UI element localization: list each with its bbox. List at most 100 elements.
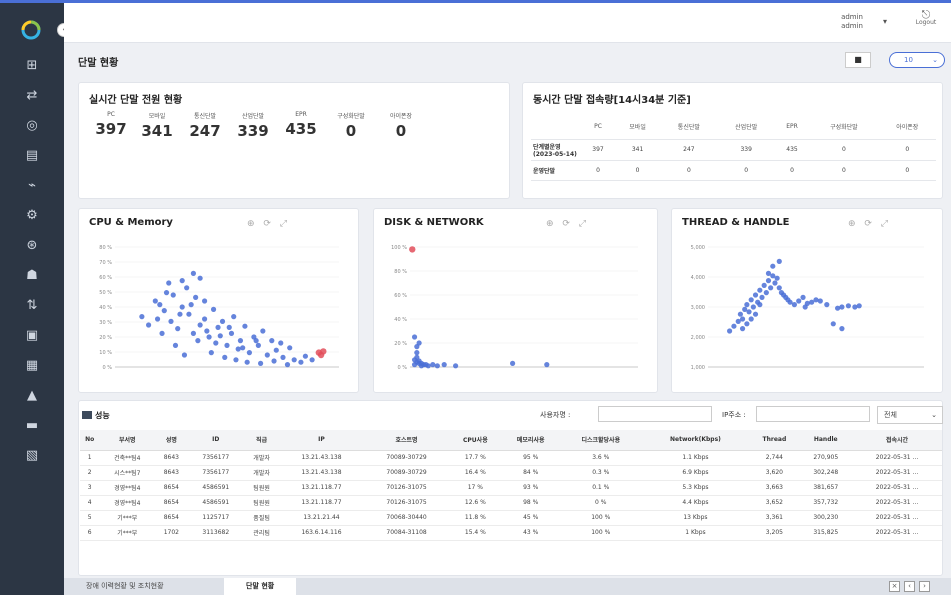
scatter-point[interactable]: [278, 340, 284, 346]
scatter-point[interactable]: [752, 292, 759, 298]
scatter-point[interactable]: [414, 344, 420, 350]
scatter-point[interactable]: [727, 328, 733, 334]
table-row[interactable]: 5 기***부 8654 1125717 품질팀 13.21.21.44 70068-304…: [80, 510, 942, 526]
table-row[interactable]: 4 경영**팀4 8654 4586591 팀원원 13.21.118.77 70126-3…: [80, 495, 942, 511]
scatter-point[interactable]: [197, 275, 203, 281]
scatter-point[interactable]: [817, 298, 823, 304]
scatter-point[interactable]: [757, 302, 763, 308]
scatter-point[interactable]: [190, 330, 196, 336]
scatter-point[interactable]: [425, 363, 431, 369]
scatter-point[interactable]: [411, 334, 418, 340]
next-tab-icon[interactable]: ›: [919, 581, 930, 592]
scatter-point[interactable]: [195, 338, 201, 344]
scatter-point[interactable]: [544, 362, 550, 368]
scatter-point[interactable]: [839, 304, 845, 310]
scatter-point[interactable]: [744, 321, 750, 327]
scatter-point[interactable]: [168, 318, 174, 324]
scatter-point[interactable]: [231, 314, 237, 320]
filter-select[interactable]: 전체 ⌄: [877, 406, 943, 424]
scatter-point[interactable]: [253, 338, 259, 344]
scatter-point[interactable]: [177, 311, 183, 317]
scatter-point[interactable]: [161, 308, 167, 314]
scatter-point[interactable]: [258, 360, 264, 366]
scatter-point[interactable]: [830, 321, 836, 327]
scatter-point[interactable]: [453, 363, 459, 369]
scatter-point[interactable]: [228, 330, 235, 336]
table-row[interactable]: 1 건축**팀4 8643 7356177 개발자 13.21.43.138 70089-3…: [80, 450, 942, 466]
table-row[interactable]: 2 시스**팀7 8643 7356177 개발자 13.21.43.138 70089-3…: [80, 465, 942, 481]
perf-header-cell[interactable]: IP: [279, 430, 364, 451]
tab-1[interactable]: 단말 현황: [224, 578, 297, 595]
perf-header-cell[interactable]: 직급: [244, 430, 280, 451]
scatter-point[interactable]: [791, 302, 797, 308]
scatter-point[interactable]: [139, 314, 145, 320]
scatter-point[interactable]: [179, 278, 185, 284]
scatter-point[interactable]: [737, 311, 743, 317]
scatter-point[interactable]: [796, 298, 802, 304]
user-dropdown-icon[interactable]: ▾: [883, 17, 887, 26]
perf-header-cell[interactable]: CPU사용: [449, 430, 502, 451]
tab-0[interactable]: 장애 이력현황 및 조치현황: [64, 578, 186, 595]
cpu-chart-toolbar[interactable]: ⊕ ⟳ ⤢: [247, 219, 290, 229]
scatter-point[interactable]: [273, 347, 279, 353]
scatter-point[interactable]: [856, 303, 862, 309]
scatter-point[interactable]: [768, 285, 774, 291]
scatter-point[interactable]: [172, 342, 179, 348]
scatter-point[interactable]: [774, 275, 780, 281]
scatter-point[interactable]: [206, 334, 212, 340]
scatter-point[interactable]: [739, 316, 746, 322]
scatter-point[interactable]: [264, 352, 270, 358]
logo-icon[interactable]: [20, 19, 42, 41]
user-filter-input[interactable]: [598, 406, 712, 422]
scatter-point[interactable]: [226, 324, 232, 330]
scatter-point[interactable]: [219, 318, 226, 324]
perf-header-cell[interactable]: Network(Kbps): [641, 430, 750, 451]
perf-header-cell[interactable]: ID: [187, 430, 245, 451]
table-row[interactable]: 3 경영**팀4 8654 4586591 팀원원 13.21.118.77 70126-3…: [80, 480, 942, 496]
scatter-point[interactable]: [761, 282, 767, 288]
scatter-point[interactable]: [179, 304, 185, 310]
nav-users-icon[interactable]: ☗: [18, 266, 46, 286]
perf-header-cell[interactable]: Thread: [749, 430, 800, 451]
scatter-point[interactable]: [824, 302, 830, 308]
nav-log-icon[interactable]: ▧: [18, 446, 46, 466]
scatter-point[interactable]: [154, 316, 161, 322]
nav-report-icon[interactable]: ▲: [18, 386, 46, 406]
perf-header-cell[interactable]: 접속시간: [851, 430, 942, 451]
scatter-point[interactable]: [163, 290, 170, 296]
scatter-point[interactable]: [284, 362, 291, 368]
scatter-point[interactable]: [260, 328, 266, 334]
scatter-point[interactable]: [776, 258, 782, 264]
refresh-interval-select[interactable]: 10 ⌄: [889, 52, 945, 68]
perf-header-cell[interactable]: 성명: [155, 430, 188, 451]
nav-list-icon[interactable]: ▦: [18, 356, 46, 376]
disk-chart-toolbar[interactable]: ⊕ ⟳ ⤢: [546, 219, 589, 229]
user-info[interactable]: admin admin: [841, 13, 863, 31]
table-row[interactable]: 6 기***부 1702 3113682 관리팀 163.6.14.116 70084-31…: [80, 525, 942, 541]
scatter-point[interactable]: [287, 345, 293, 351]
scatter-point[interactable]: [217, 333, 223, 339]
scatter-point[interactable]: [222, 354, 228, 360]
perf-header-cell[interactable]: 호스트명: [363, 430, 450, 451]
scatter-point[interactable]: [246, 350, 252, 356]
scatter-point[interactable]: [746, 309, 752, 315]
scatter-point[interactable]: [309, 357, 315, 363]
scatter-point[interactable]: [845, 303, 851, 309]
scatter-point[interactable]: [731, 323, 737, 329]
prev-tab-icon[interactable]: ‹: [904, 581, 915, 592]
scatter-point[interactable]: [430, 362, 436, 368]
scatter-point[interactable]: [763, 290, 769, 296]
scatter-point[interactable]: [210, 306, 217, 312]
scatter-point[interactable]: [298, 359, 304, 365]
scatter-point[interactable]: [190, 270, 196, 276]
scatter-point[interactable]: [181, 352, 188, 358]
scatter-point[interactable]: [208, 350, 214, 356]
scatter-point[interactable]: [215, 324, 221, 330]
scatter-point[interactable]: [244, 359, 250, 365]
perf-header-cell[interactable]: No: [80, 430, 100, 451]
scatter-point[interactable]: [202, 298, 208, 304]
scatter-point[interactable]: [320, 348, 327, 355]
scatter-point[interactable]: [224, 342, 230, 348]
scatter-point[interactable]: [748, 316, 754, 322]
scatter-point[interactable]: [291, 357, 297, 363]
